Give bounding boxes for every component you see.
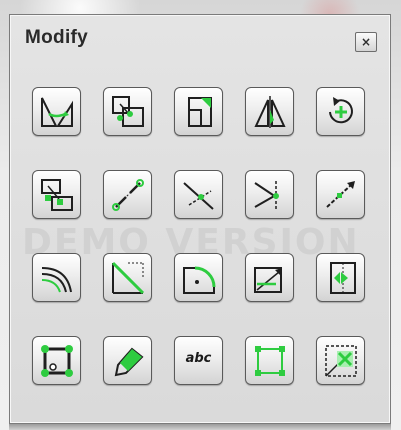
array-icon	[330, 262, 356, 294]
panel-shadow	[9, 424, 391, 430]
extend-button[interactable]	[245, 170, 294, 219]
scale-button[interactable]	[174, 87, 223, 136]
stretch-icon	[254, 267, 282, 293]
move-icon	[41, 179, 73, 211]
panel-title: Modify	[25, 27, 89, 48]
chamfer-icon	[111, 261, 145, 295]
rotate-icon	[329, 97, 353, 124]
modify-toolbar-panel: Modify × DEMO VERSION abc	[9, 14, 391, 424]
close-button[interactable]: ×	[355, 32, 377, 52]
trim-icon	[183, 182, 214, 210]
text-edit-icon: abc	[185, 351, 212, 366]
mirror-icon	[41, 97, 73, 127]
join-button[interactable]	[103, 170, 152, 219]
lengthen-icon	[326, 181, 355, 208]
trim-button[interactable]	[174, 170, 223, 219]
delete-button[interactable]	[316, 336, 365, 385]
lengthen-button[interactable]	[316, 170, 365, 219]
extend-icon	[254, 181, 279, 211]
fillet-button[interactable]	[174, 253, 223, 302]
close-icon: ×	[360, 35, 372, 49]
explode-button[interactable]	[32, 336, 81, 385]
chamfer-button[interactable]	[103, 253, 152, 302]
edit-icon	[114, 347, 144, 377]
delete-icon	[325, 345, 357, 377]
mirror-button[interactable]	[32, 87, 81, 136]
fillet-icon	[183, 266, 216, 294]
copy-button[interactable]	[103, 87, 152, 136]
mirror-axis-button[interactable]	[245, 87, 294, 136]
grip-select-icon	[255, 346, 285, 376]
grip-select-button[interactable]	[245, 336, 294, 385]
tool-grid: abc	[32, 87, 365, 385]
edit-button[interactable]	[103, 336, 152, 385]
offset-icon	[41, 267, 72, 293]
text-edit-button[interactable]: abc	[174, 336, 223, 385]
stretch-button[interactable]	[245, 253, 294, 302]
offset-button[interactable]	[32, 253, 81, 302]
copy-icon	[112, 96, 144, 127]
mirror-axis-icon	[254, 96, 286, 128]
rotate-button[interactable]	[316, 87, 365, 136]
explode-icon	[41, 345, 73, 377]
scale-icon	[188, 97, 212, 127]
title-bar[interactable]: Modify ×	[10, 15, 390, 63]
move-button[interactable]	[32, 170, 81, 219]
array-button[interactable]	[316, 253, 365, 302]
join-icon	[112, 179, 144, 211]
